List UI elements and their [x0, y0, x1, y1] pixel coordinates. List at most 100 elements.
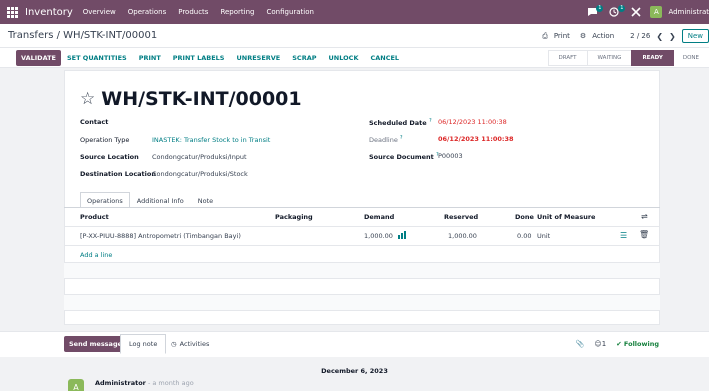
deadline-help[interactable]: ?	[400, 135, 403, 141]
col-product[interactable]: Product	[80, 213, 109, 221]
print-report-button[interactable]: PRINT	[133, 54, 167, 62]
breadcrumb-transfers[interactable]: Transfers	[8, 30, 53, 41]
scrap-button[interactable]: SCRAP	[286, 54, 322, 62]
row-divider-3	[64, 278, 660, 279]
source-location-label: Source Location	[80, 153, 139, 161]
trash-icon[interactable]: 🗑	[639, 230, 649, 239]
col-uom[interactable]: Unit of Measure	[537, 213, 595, 221]
log-note-button[interactable]: Log note	[120, 334, 167, 354]
menu-operations[interactable]: Operations	[128, 8, 166, 16]
breadcrumb-separator: /	[53, 30, 64, 41]
row-demand[interactable]: 1,000.00	[364, 232, 393, 240]
empty-row	[64, 263, 660, 278]
deadline-label-text: Deadline	[369, 136, 398, 145]
user-name[interactable]: Administrat	[668, 8, 709, 16]
status-bar: DRAFT WAITING READY DONE	[547, 48, 709, 68]
set-quantities-button[interactable]: SET QUANTITIES	[61, 54, 133, 62]
status-ready[interactable]: READY	[631, 50, 674, 66]
star-icon[interactable]: ☆	[80, 89, 95, 109]
empty-row-2	[64, 295, 660, 310]
source-location-field[interactable]: Condongcatur/Produksi/Input	[152, 153, 247, 161]
col-done[interactable]: Done	[515, 213, 534, 221]
source-document-label: Source Document ?	[369, 152, 439, 161]
chat-badge: 1	[596, 5, 604, 12]
contact-label: Contact	[80, 118, 109, 126]
cancel-button[interactable]: CANCEL	[364, 54, 405, 62]
menu-configuration[interactable]: Configuration	[266, 8, 313, 16]
col-demand[interactable]: Demand	[364, 213, 394, 221]
unreserve-button[interactable]: UNRESERVE	[230, 54, 286, 62]
print-icon[interactable]: ⎙	[542, 32, 548, 41]
activities-label: Activities	[179, 340, 210, 348]
destination-location-field[interactable]: Condongcatur/Produksi/Stock	[152, 170, 248, 178]
action-button-bar: VALIDATE SET QUANTITIES PRINT PRINT LABE…	[0, 48, 709, 68]
row-reserved[interactable]: 1,000.00	[448, 232, 477, 240]
unlock-button[interactable]: UNLOCK	[323, 54, 365, 62]
chatter-right-tools: 📎 ☺1 ✔ Following	[576, 340, 659, 348]
col-packaging[interactable]: Packaging	[275, 213, 313, 221]
top-navbar: Inventory Overview Operations Products R…	[0, 0, 709, 24]
followers-count: 1	[601, 340, 607, 348]
send-message-button[interactable]: Send message	[64, 336, 127, 352]
scheduled-date-field[interactable]: 06/12/2023 11:00:38	[438, 118, 507, 126]
scheduled-date-help[interactable]: ?	[429, 118, 432, 124]
paperclip-icon[interactable]: 📎	[576, 340, 585, 348]
notebook-tabs: Operations Additional Info Note	[80, 192, 220, 208]
destination-location-label: Destination Location	[80, 170, 156, 178]
status-done[interactable]: DONE	[673, 50, 709, 66]
user-avatar[interactable]: A	[650, 6, 663, 18]
tab-additional-info[interactable]: Additional Info	[130, 192, 191, 208]
menu-reporting[interactable]: Reporting	[220, 8, 254, 16]
validate-button[interactable]: VALIDATE	[16, 49, 61, 66]
row-divider	[64, 245, 660, 246]
person-icon: ☺	[594, 340, 602, 348]
row-uom[interactable]: Unit	[537, 232, 550, 240]
col-reserved[interactable]: Reserved	[444, 213, 478, 221]
menu-overview[interactable]: Overview	[83, 8, 116, 16]
pager-value[interactable]: 2 / 26	[630, 32, 650, 40]
gear-icon[interactable]: ⚙	[580, 32, 586, 40]
app-brand[interactable]: Inventory	[25, 7, 73, 18]
following-button[interactable]: ✔ Following	[616, 340, 659, 348]
print-labels-button[interactable]: PRINT LABELS	[167, 54, 231, 62]
source-document-label-text: Source Document	[369, 153, 434, 162]
pager-prev-icon[interactable]: ❮	[656, 32, 663, 41]
control-panel: Transfers / WH/STK-INT/00001 ⎙ Print ⚙ A…	[0, 24, 709, 48]
followers-button[interactable]: ☺1	[594, 340, 606, 348]
activity-clock-icon[interactable]: 1	[606, 5, 626, 19]
print-button[interactable]: Print	[554, 32, 570, 40]
source-document-field[interactable]: P00003	[438, 152, 463, 160]
chat-icon[interactable]: 1	[584, 5, 604, 19]
breadcrumb: Transfers / WH/STK-INT/00001	[8, 30, 157, 41]
new-button[interactable]: New	[681, 29, 709, 43]
record-name: WH/STK-INT/00001	[101, 88, 302, 110]
operation-type-field[interactable]: INASTEK: Transfer Stock to in Transit	[152, 136, 270, 144]
action-button[interactable]: Action	[592, 32, 614, 40]
message-author: Administrator - a month ago	[95, 379, 194, 387]
following-label: Following	[623, 340, 659, 348]
activities-clock-icon: ◷	[171, 340, 177, 348]
pager-next-icon[interactable]: ❯	[669, 32, 676, 41]
forecast-chart-icon[interactable]	[398, 231, 407, 241]
deadline-field[interactable]: 06/12/2023 11:00:38	[438, 135, 514, 143]
row-product[interactable]: [P-XX-PIUU-8888] Antropometri (Timbangan…	[80, 232, 241, 240]
tab-operations[interactable]: Operations	[80, 192, 130, 208]
deadline-label: Deadline ?	[369, 135, 403, 144]
status-draft[interactable]: DRAFT	[547, 50, 588, 66]
row-divider-5	[64, 310, 660, 311]
tab-divider	[64, 207, 660, 208]
breadcrumb-current: WH/STK-INT/00001	[63, 30, 158, 41]
activities-button[interactable]: ◷ Activities	[166, 334, 214, 354]
column-settings-icon[interactable]: ⇌	[641, 212, 648, 221]
tab-note[interactable]: Note	[191, 192, 220, 208]
apps-menu-icon[interactable]	[5, 5, 19, 19]
scheduled-date-label: Scheduled Date ?	[369, 118, 432, 127]
message-time: - a month ago	[145, 379, 194, 387]
add-line-link[interactable]: Add a line	[80, 251, 112, 259]
author-name[interactable]: Administrator	[95, 379, 146, 387]
status-waiting[interactable]: WAITING	[586, 50, 633, 66]
row-done[interactable]: 0.00	[517, 232, 531, 240]
menu-products[interactable]: Products	[178, 8, 208, 16]
debug-tools-icon[interactable]	[628, 5, 644, 19]
details-list-icon[interactable]: ☰	[620, 231, 627, 240]
